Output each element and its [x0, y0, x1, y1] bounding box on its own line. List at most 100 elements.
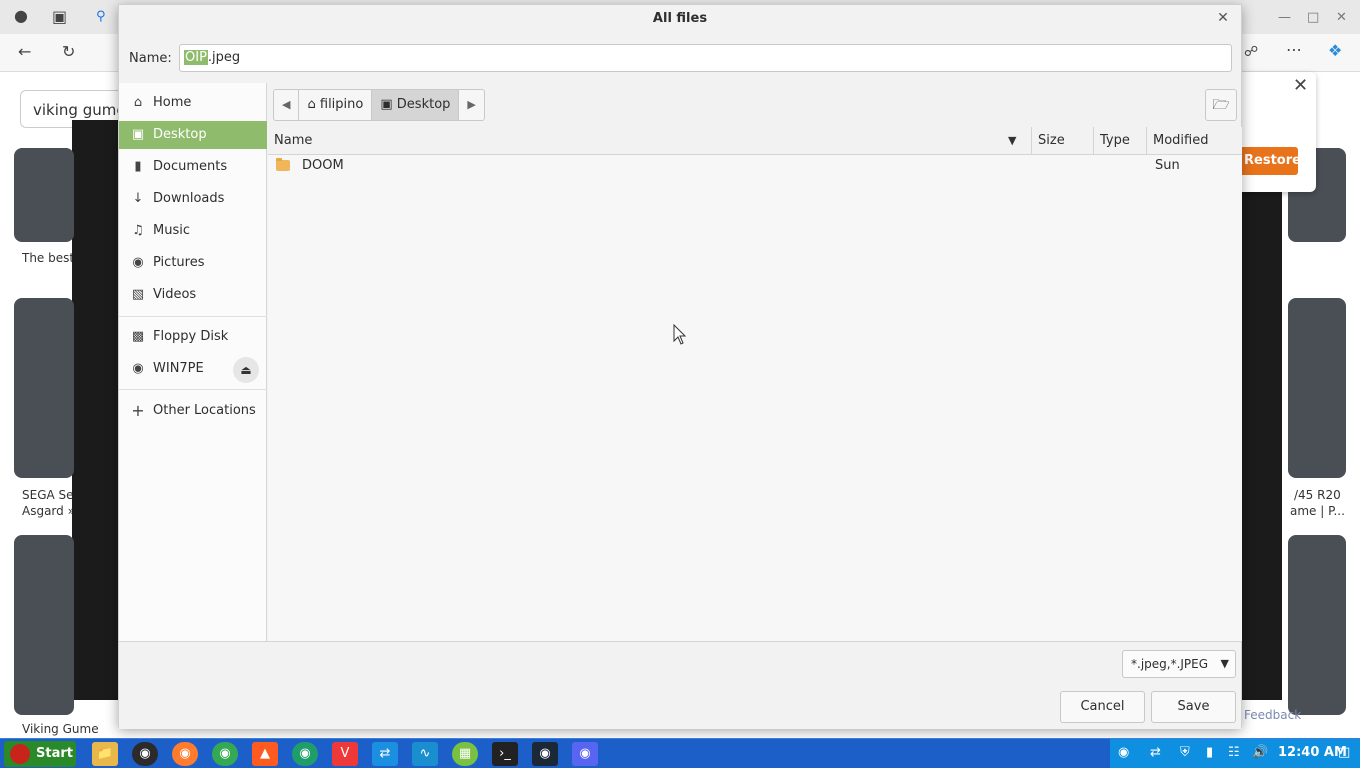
floppy-icon: ▩ [131, 329, 145, 344]
sidebar-item-pictures[interactable]: ◉ Pictures [119, 249, 267, 277]
tab-actions-icon[interactable]: ▣ [52, 9, 67, 25]
start-button[interactable]: Start [4, 741, 76, 767]
brave-icon[interactable]: ▲ [252, 742, 278, 766]
file-name: DOOM [302, 158, 344, 173]
places-sidebar: ⌂ Home ▣ Desktop ▮ Documents ↓ Downloads… [119, 83, 267, 641]
mouse-cursor-icon [673, 324, 687, 345]
thumbnail-image[interactable] [14, 535, 74, 715]
file-type-filter[interactable]: *.jpeg,*.JPEG ▼ [1122, 650, 1236, 678]
thumbnail-image[interactable] [1288, 535, 1346, 715]
path-bar: ◀ ⌂ filipino ▣ Desktop ▶ [273, 89, 485, 121]
terminal-icon[interactable]: ›_ [492, 742, 518, 766]
sidebar-item-label: Home [153, 95, 192, 110]
popup-close-icon[interactable]: ✕ [1293, 75, 1308, 96]
discord-icon[interactable]: ◉ [572, 742, 598, 766]
sidebar-item-home[interactable]: ⌂ Home [119, 89, 267, 117]
sidebar-item-label: WIN7PE [153, 361, 204, 376]
sidebar-item-label: Floppy Disk [153, 329, 229, 344]
remote-tray-icon[interactable]: ⇄ [1150, 745, 1161, 761]
thumbnail-caption: ame | P... [1290, 504, 1345, 518]
sidebar-item-label: Pictures [153, 255, 205, 270]
sidebar-item-downloads[interactable]: ↓ Downloads [119, 185, 267, 213]
shield-icon[interactable]: ⛨ [1180, 745, 1190, 761]
sidebar-divider [119, 389, 267, 390]
chevron-left-icon: ◀ [282, 98, 291, 111]
cancel-button[interactable]: Cancel [1060, 691, 1145, 723]
home-icon: ⌂ [307, 97, 316, 112]
feedback-link[interactable]: Feedback [1244, 708, 1301, 722]
search-tab-icon[interactable]: ⚲ [96, 9, 106, 25]
sidebar-item-documents[interactable]: ▮ Documents [119, 153, 267, 181]
spreadsheet-icon[interactable]: ▦ [452, 742, 478, 766]
extensions-icon[interactable]: ☍ [1244, 44, 1258, 60]
camera-icon: ◉ [132, 255, 144, 270]
file-row[interactable]: DOOM Sun [268, 155, 1242, 177]
path-segment-label: filipino [319, 97, 364, 112]
eject-button[interactable]: ⏏ [233, 357, 259, 383]
minimize-icon[interactable]: — [1278, 10, 1291, 25]
sidebar-item-label: Videos [153, 287, 197, 302]
clock[interactable]: 12:40 AM [1278, 745, 1347, 760]
path-back-button[interactable]: ◀ [274, 90, 300, 120]
column-name[interactable]: Name [268, 127, 1030, 155]
new-folder-button[interactable]: 🗁 [1205, 89, 1237, 121]
column-modified[interactable]: Modified [1146, 127, 1242, 155]
filename-extension: .jpeg [207, 50, 241, 65]
path-segment-filipino[interactable]: ⌂ filipino [299, 90, 373, 120]
name-label: Name: [129, 51, 172, 66]
close-window-icon[interactable]: ✕ [1336, 10, 1347, 25]
battery-icon[interactable]: ▮ [1206, 745, 1213, 761]
column-size[interactable]: Size [1031, 127, 1093, 155]
save-button[interactable]: Save [1151, 691, 1236, 723]
remote-app-icon[interactable]: ⇄ [372, 742, 398, 766]
new-folder-icon: 🗁 [1212, 97, 1230, 113]
thumbnail-image[interactable] [14, 148, 74, 242]
thumbnail-image[interactable] [1288, 298, 1346, 478]
music-icon: ♫ [132, 223, 144, 238]
chrome-icon[interactable]: ◉ [212, 742, 238, 766]
sidebar-item-floppy-disk[interactable]: ▩ Floppy Disk [119, 323, 267, 351]
taskbar: Start 📁 ◉ ◉ ◉ ▲ ◉ V ⇄ ∿ ▦ ›_ ◉ ◉ ◉ ⇄ ⛨ ▮… [0, 738, 1360, 768]
maximize-icon[interactable]: □ [1307, 10, 1319, 25]
copilot-icon[interactable]: ❖ [1328, 43, 1342, 59]
sidebar-item-desktop[interactable]: ▣ Desktop [119, 121, 267, 149]
dialog-close-icon[interactable]: ✕ [1215, 10, 1231, 26]
file-list-header: Name ▼ Size Type Modified [268, 127, 1242, 155]
filename-input[interactable]: OIP.jpeg [179, 44, 1232, 72]
sidebar-item-other-locations[interactable]: + Other Locations [119, 397, 267, 425]
obs-icon[interactable]: ◉ [132, 742, 158, 766]
thumbnail-caption: The best [22, 251, 72, 265]
edge-dev-icon[interactable]: ◉ [292, 742, 318, 766]
restore-button[interactable]: Restore [1238, 147, 1301, 175]
firefox-icon[interactable]: ◉ [172, 742, 198, 766]
filter-value: *.jpeg,*.JPEG [1131, 657, 1209, 671]
monitor-app-icon[interactable]: ∿ [412, 742, 438, 766]
volume-icon[interactable]: 🔊 [1252, 745, 1268, 761]
steam-icon[interactable]: ◉ [532, 742, 558, 766]
profile-icon[interactable]: ● [14, 8, 28, 24]
start-label: Start [36, 746, 73, 761]
desktop-icon: ▣ [380, 97, 393, 112]
thumbnail-caption: SEGA Se [22, 488, 72, 502]
sidebar-divider [119, 316, 267, 317]
network-icon[interactable]: ☷ [1228, 745, 1240, 761]
file-manager-icon[interactable]: 📁 [92, 742, 118, 766]
sidebar-item-label: Desktop [153, 127, 207, 142]
vivaldi-icon[interactable]: V [332, 742, 358, 766]
path-segment-desktop[interactable]: ▣ Desktop [372, 90, 460, 120]
path-forward-button[interactable]: ▶ [459, 90, 483, 120]
column-type[interactable]: Type [1093, 127, 1146, 155]
file-modified: Sun [1155, 158, 1180, 173]
sidebar-item-music[interactable]: ♫ Music [119, 217, 267, 245]
discord-tray-icon[interactable]: ◉ [1118, 745, 1129, 761]
refresh-icon[interactable]: ↻ [62, 44, 75, 60]
file-list: Name ▼ Size Type Modified DOOM Sun [268, 127, 1242, 641]
more-menu-icon[interactable]: ⋯ [1286, 42, 1302, 58]
thumbnail-caption: Asgard » [22, 504, 72, 518]
thumbnail-caption: /45 R20 [1294, 488, 1341, 502]
thumbnail-image[interactable] [14, 298, 74, 478]
sidebar-item-videos[interactable]: ▧ Videos [119, 281, 267, 309]
disc-icon: ◉ [132, 361, 144, 376]
back-icon[interactable]: ← [18, 44, 31, 60]
folder-icon [276, 158, 290, 171]
